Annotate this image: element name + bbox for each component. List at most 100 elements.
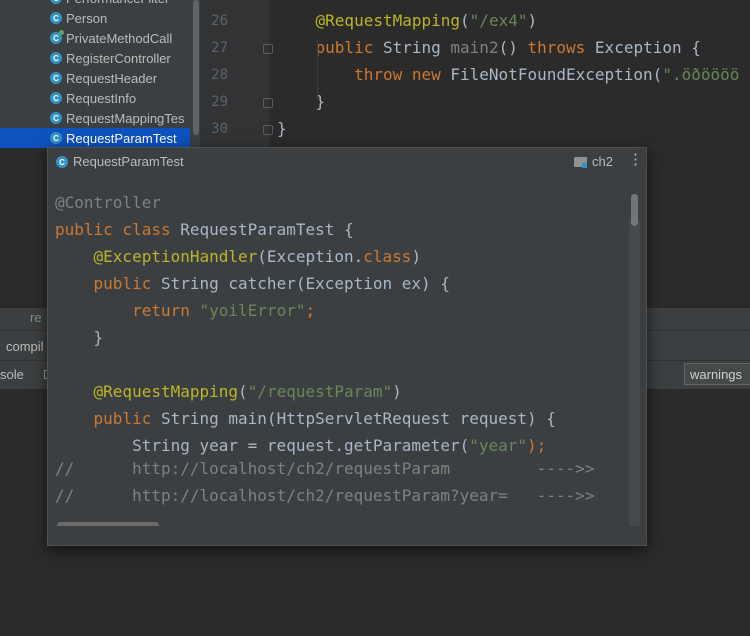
code-token: Exception { [594, 38, 701, 57]
code-token: "/requestParam" [247, 382, 393, 401]
code-line: // http://localhost/ch2/requestParam ---… [55, 459, 594, 478]
code-line: @ExceptionHandler(Exception.class) [55, 247, 422, 266]
popup-code-view[interactable]: @Controller public class RequestParamTest… [48, 176, 646, 526]
popup-module: ch2 [592, 154, 613, 169]
line-number: 27 [211, 40, 228, 56]
code-line: @Controller [55, 193, 161, 212]
tree-item-label: RegisterController [66, 50, 171, 66]
tree-item[interactable]: C RequestInfo [0, 88, 190, 108]
code-line: @RequestMapping("/ex4") [277, 11, 538, 30]
code-token: () [498, 38, 528, 57]
tree-item-label: RequestInfo [66, 90, 137, 106]
code-line: } [277, 119, 287, 138]
code-line: return "yoilError"; [55, 301, 315, 320]
code-line: @RequestMapping("/requestParam") [55, 382, 402, 401]
class-icon: C [50, 52, 62, 64]
module-badge-icon [582, 163, 587, 168]
code-token: ) [392, 382, 402, 401]
code-token: ; [305, 301, 316, 320]
class-icon: C [56, 156, 68, 168]
code-token: class [363, 247, 412, 266]
code-token: // http://localhost/ch2/requestParam ---… [55, 459, 595, 478]
code-token: ); [527, 436, 547, 455]
code-token: throw new [354, 65, 451, 84]
code-token: "/ex4" [469, 11, 528, 30]
code-token: ) [527, 11, 538, 30]
tree-scrollbar[interactable] [193, 0, 199, 135]
editor-gutter: 26 27 28 29 30 [200, 0, 273, 148]
code-token: public class [55, 220, 181, 239]
code-line: } [55, 328, 104, 347]
line-number: 28 [211, 67, 228, 83]
code-line: public String main2() throws Exception { [277, 38, 701, 57]
code-token: ".öðöööö [662, 65, 740, 84]
code-token: // http://localhost/ch2/requestParam?yea… [55, 486, 595, 505]
class-icon: C [50, 132, 62, 144]
tree-item[interactable]: C Person [0, 8, 190, 28]
class-icon: C [50, 92, 62, 104]
code-token: String [382, 38, 451, 57]
tree-item-label: Person [66, 10, 108, 26]
popup-horizontal-scrollbar[interactable] [57, 522, 159, 526]
tree-item-label: RequestMappingTes [66, 110, 185, 126]
popup-vertical-scrollbar[interactable] [631, 194, 638, 226]
code-token: String catcher(Exception ex) { [160, 274, 450, 293]
code-token: String main(HttpServletRequest request) … [160, 409, 556, 428]
class-icon: C [50, 112, 62, 124]
code-token: main2 [450, 38, 499, 57]
folder-icon [574, 157, 587, 168]
tree-item[interactable]: C PerformanceFilter [0, 0, 190, 8]
bottom-tab-text[interactable]: re [30, 310, 42, 325]
code-editor[interactable]: 26 27 28 29 30 @RequestMapping("/ex4") publi… [200, 0, 750, 148]
code-token: "yoilError" [199, 301, 306, 320]
quick-definition-popup: C RequestParamTest ch2 ⋮ @Controller publ… [47, 147, 647, 546]
more-options-icon[interactable]: ⋮ [628, 150, 643, 168]
tree-item[interactable]: C RequestHeader [0, 68, 190, 88]
indent-guide [317, 40, 318, 100]
class-icon: C [50, 72, 62, 84]
code-token: RequestParamTest { [180, 220, 354, 239]
fold-marker-icon[interactable] [263, 125, 273, 135]
code-token: FileNotFoundException( [450, 65, 663, 84]
popup-vertical-scroll-track[interactable] [629, 217, 640, 526]
tree-item[interactable]: C PrivateMethodCall [0, 28, 190, 48]
code-token: ( [238, 382, 248, 401]
code-token: String year = request.getParameter( [55, 436, 470, 455]
code-line: // http://localhost/ch2/requestParam?yea… [55, 486, 594, 505]
code-line: throw new FileNotFoundException(".öðöööö [277, 65, 739, 84]
build-tab[interactable]: compil [6, 339, 44, 354]
console-label[interactable]: sole [0, 367, 24, 382]
line-number: 29 [211, 94, 228, 110]
code-token: return [132, 301, 200, 320]
code-line: String year = request.getParameter("year… [55, 436, 546, 455]
runnable-mark-icon [59, 30, 64, 35]
tree-item[interactable]: C RequestParamTest [0, 128, 190, 148]
code-token: public [315, 38, 383, 57]
code-line: public String main(HttpServletRequest re… [55, 409, 556, 428]
code-token: throws [527, 38, 595, 57]
tree-item[interactable]: C RegisterController [0, 48, 190, 68]
code-token: } [55, 328, 104, 347]
code-token: ) [411, 247, 422, 266]
popup-title: RequestParamTest [73, 154, 184, 169]
tree-item-label: PrivateMethodCall [66, 30, 173, 46]
class-icon: C [50, 30, 64, 44]
code-token: "year" [469, 436, 528, 455]
code-token: public [93, 409, 161, 428]
code-token: @RequestMapping [315, 11, 461, 30]
project-tree: CPerformanceFilterCPersonCPrivateMethodC… [0, 0, 200, 148]
line-number: 30 [211, 121, 228, 137]
code-token: @RequestMapping [93, 382, 239, 401]
class-icon: C [50, 12, 62, 24]
fold-marker-icon[interactable] [263, 44, 273, 54]
popup-header: C RequestParamTest ch2 ⋮ [48, 148, 646, 176]
code-token: @ExceptionHandler [93, 247, 258, 266]
fold-marker-icon[interactable] [263, 98, 273, 108]
warnings-button[interactable]: warnings [684, 363, 750, 385]
tree-item[interactable]: C RequestMappingTes [0, 108, 190, 128]
